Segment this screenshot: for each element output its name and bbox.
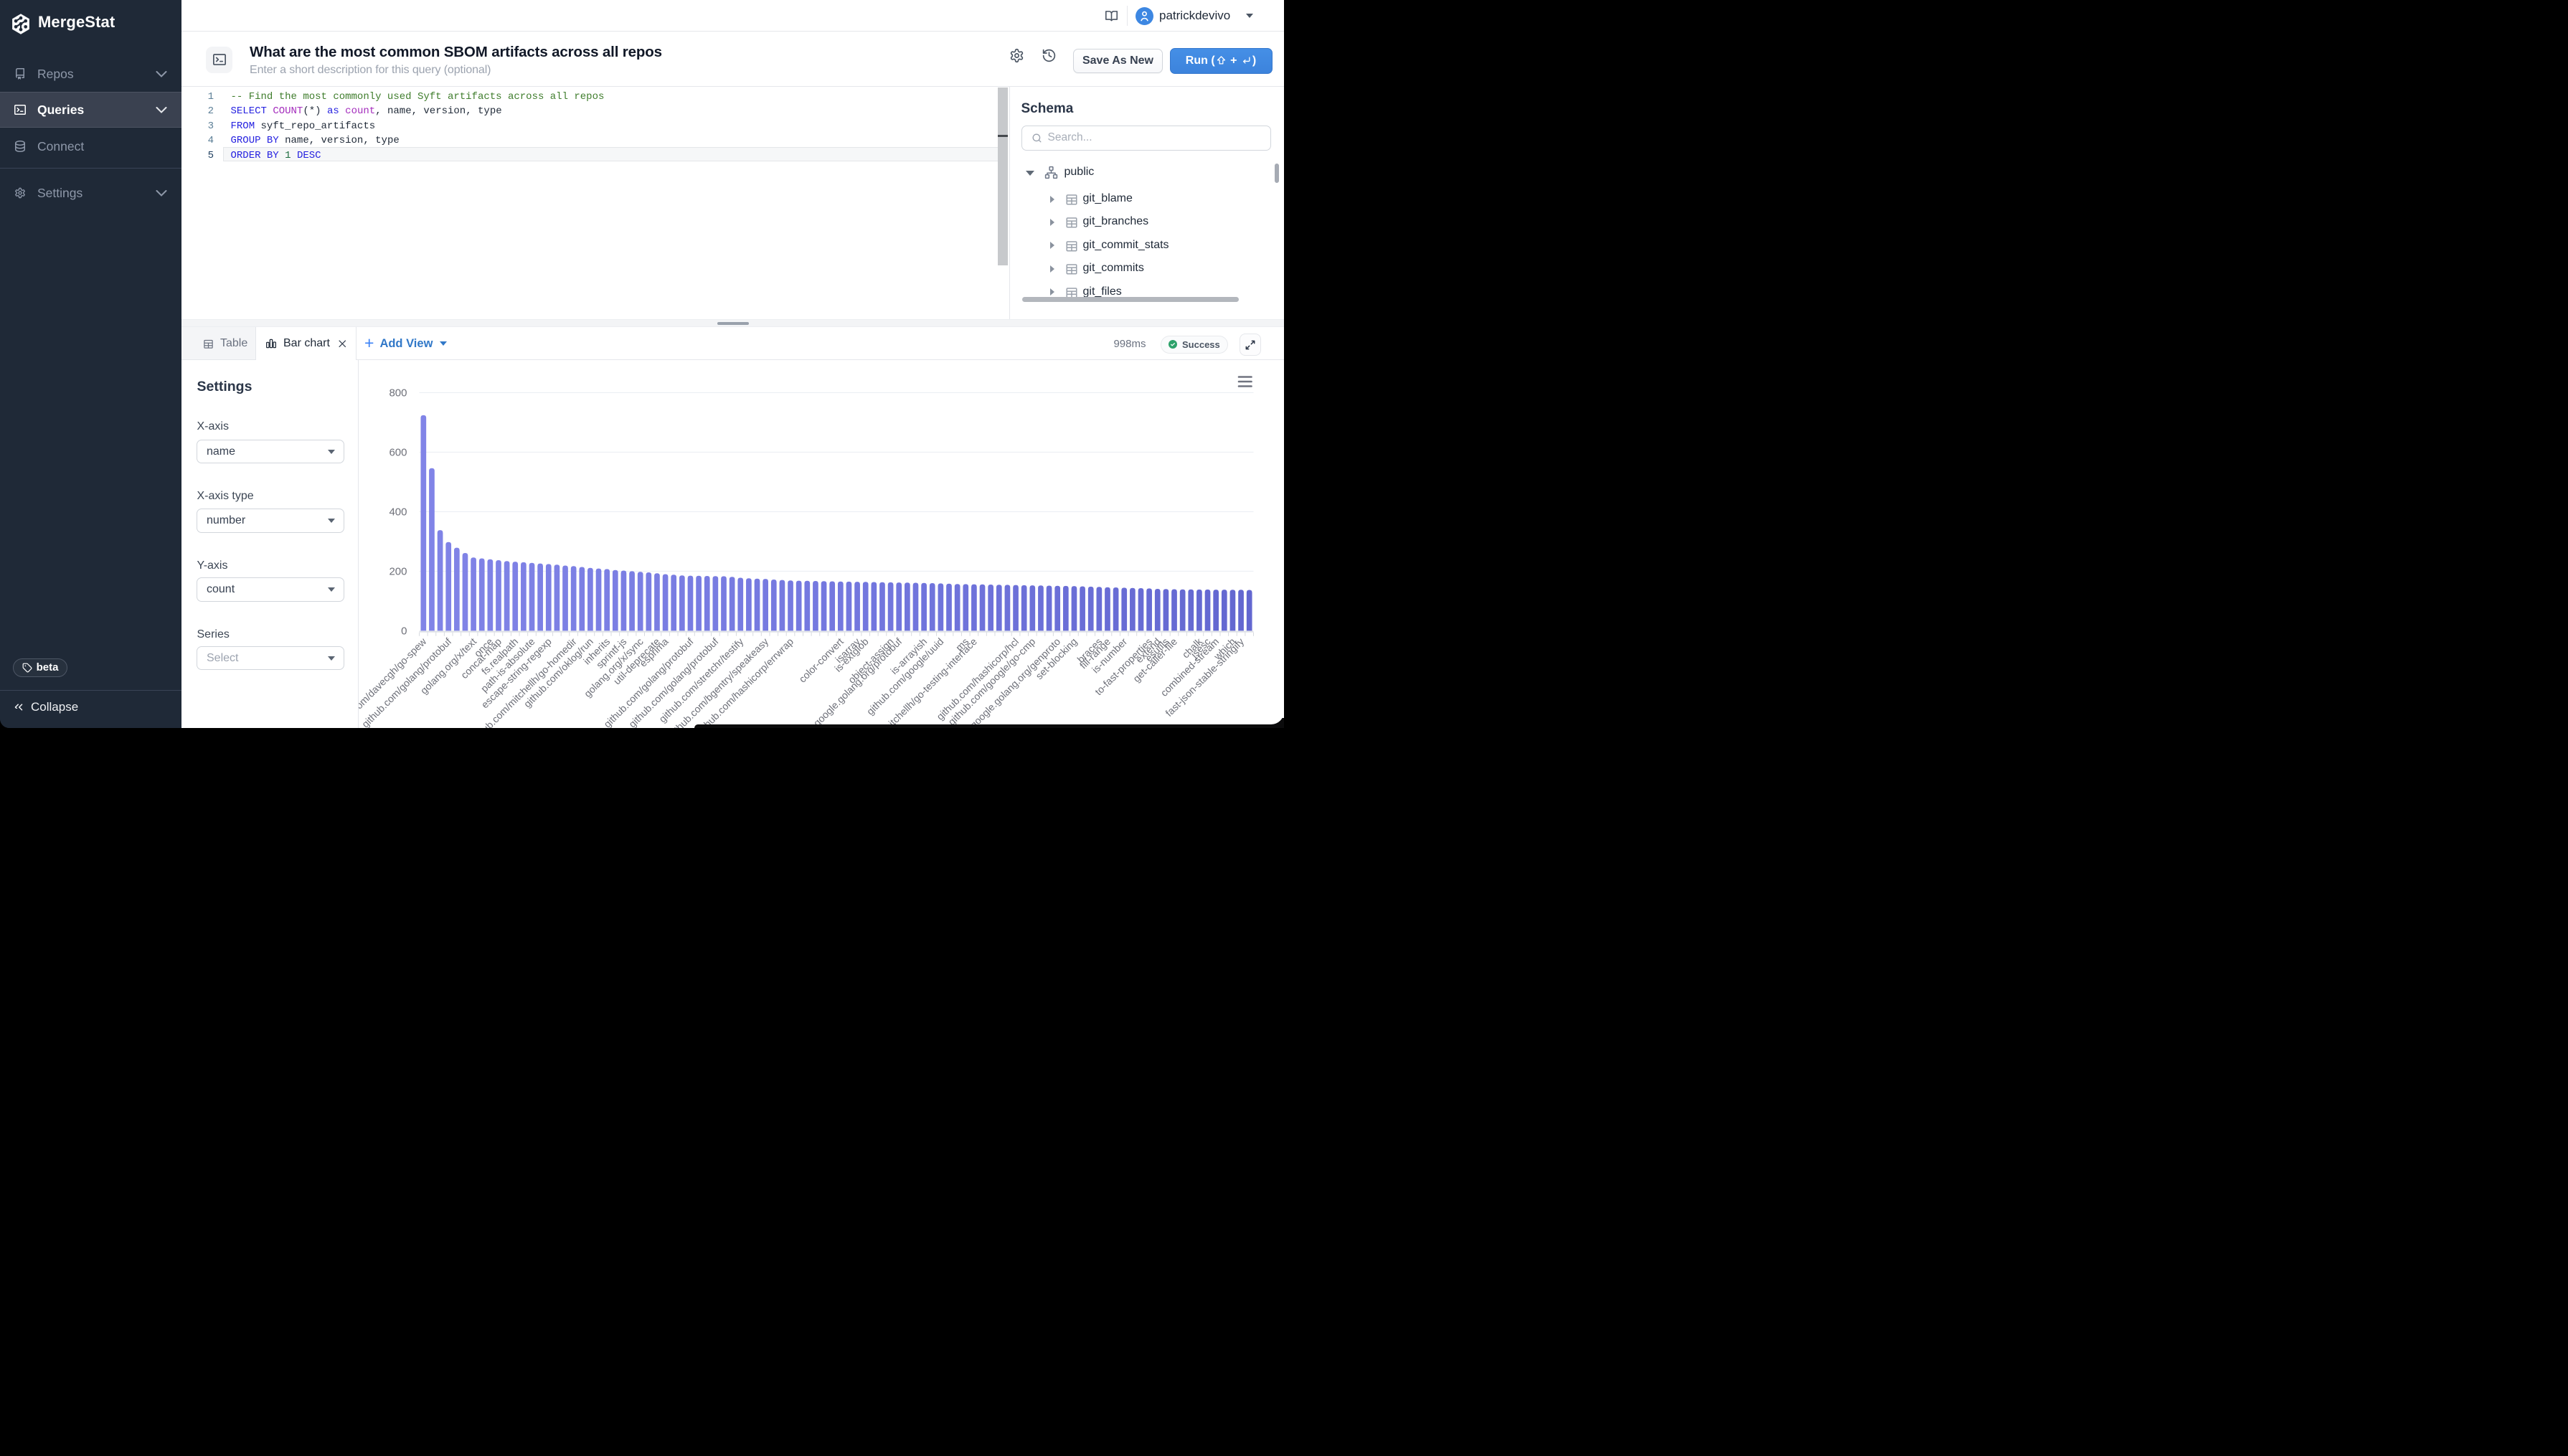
svg-text:600: 600	[389, 446, 407, 458]
svg-text:800: 800	[389, 387, 407, 399]
svg-text:0: 0	[401, 625, 407, 637]
svg-text:400: 400	[389, 506, 407, 518]
svg-text:200: 200	[389, 565, 407, 577]
svg-text:github.com/hashicorp/hcl: github.com/hashicorp/hcl	[934, 635, 1021, 722]
